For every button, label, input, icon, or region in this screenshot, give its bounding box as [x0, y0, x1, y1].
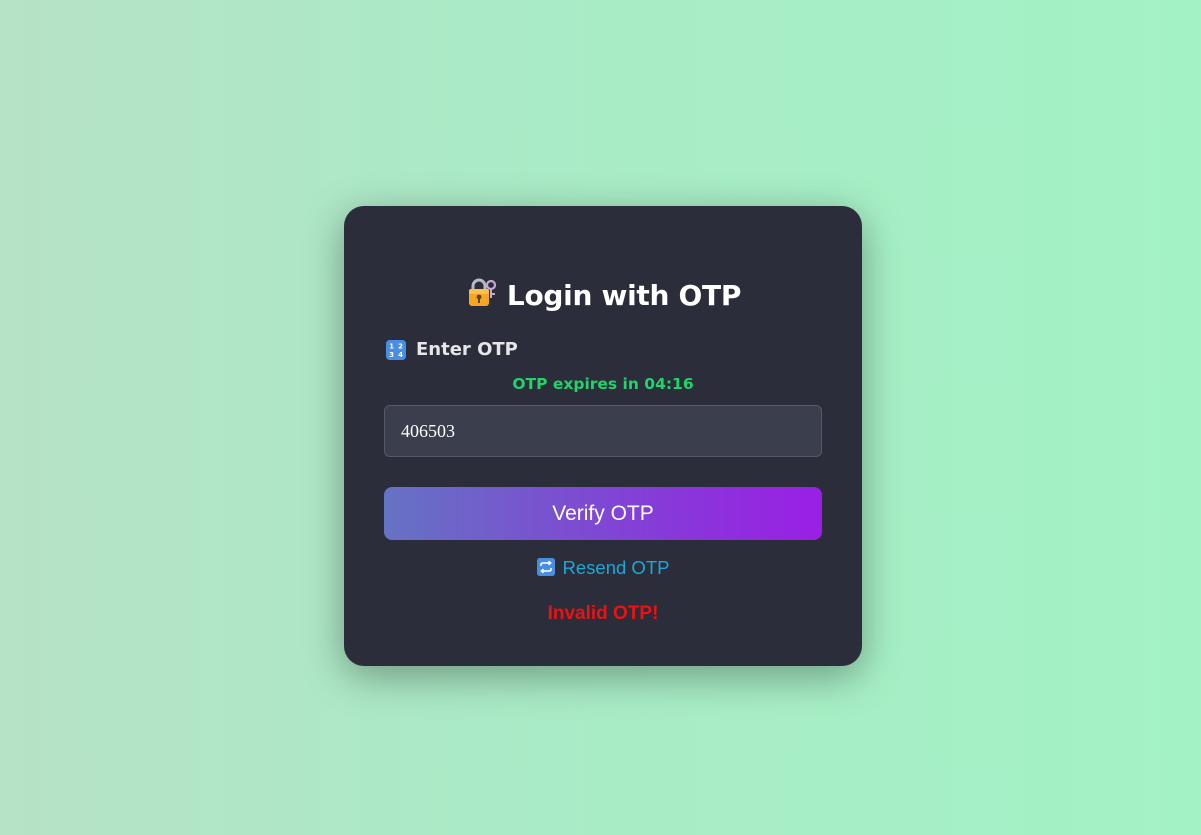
resend-label: Resend OTP — [562, 557, 670, 578]
otp-input[interactable] — [384, 405, 822, 457]
otp-field-label: 1 2 3 4 Enter OTP — [386, 339, 518, 361]
title-text: Login with OTP — [506, 279, 742, 312]
otp-expiry-timer: OTP expires in 04:16 — [512, 375, 694, 393]
repeat-icon — [536, 558, 555, 576]
verify-otp-button[interactable]: Verify OTP — [384, 487, 822, 540]
otp-label-text: Enter OTP — [416, 339, 518, 360]
locked-with-key-icon — [465, 276, 497, 316]
svg-text:2: 2 — [398, 343, 403, 351]
resend-otp-link[interactable]: Resend OTP — [344, 556, 862, 580]
error-message: Invalid OTP! — [547, 603, 659, 624]
input-numbers-icon: 1 2 3 4 — [386, 340, 406, 360]
page-title: Login with OTP — [344, 276, 862, 316]
svg-text:4: 4 — [398, 351, 403, 359]
svg-text:1: 1 — [389, 343, 394, 351]
svg-text:3: 3 — [389, 351, 394, 359]
otp-login-card: Login with OTP 1 2 3 4 Enter OTP OTP exp… — [344, 206, 862, 666]
